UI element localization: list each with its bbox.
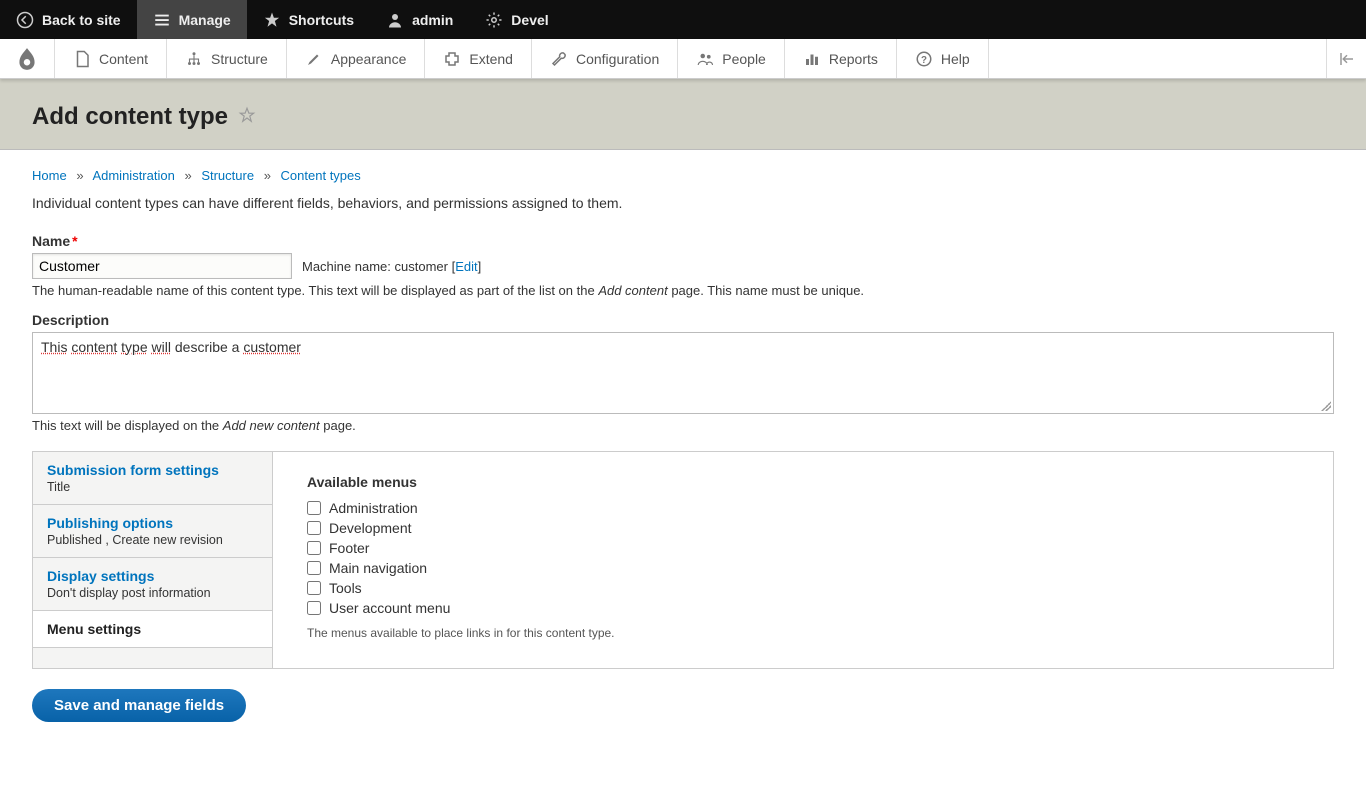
document-icon [73,50,91,68]
menu-checkbox-row: Development [307,518,1305,538]
menu-checkbox-row: Footer [307,538,1305,558]
tab-menu-settings[interactable]: Menu settings [33,611,272,648]
menu-people[interactable]: People [678,39,785,78]
structure-icon [185,50,203,68]
machine-name-text: Machine name: customer [Edit] [302,259,481,274]
people-icon [696,50,714,68]
puzzle-icon [443,50,461,68]
svg-text:?: ? [921,54,927,65]
manage-label: Manage [179,12,231,28]
back-arrow-icon [16,11,34,29]
description-label: Description [32,312,1334,328]
shortcuts-label: Shortcuts [289,12,354,28]
description-help-text: This text will be displayed on the Add n… [32,418,1334,433]
menu-checkbox-row: Main navigation [307,558,1305,578]
shortcut-star-icon[interactable] [238,106,256,129]
chart-icon [803,50,821,68]
tab-publishing-options[interactable]: Publishing options Published , Create ne… [33,505,272,558]
name-input[interactable] [32,253,292,279]
breadcrumb: Home » Administration » Structure » Cont… [32,168,1334,183]
name-label: Name* [32,233,1334,249]
description-field-group: Description This content type will descr… [32,312,1334,433]
menu-reports[interactable]: Reports [785,39,897,78]
menu-extend[interactable]: Extend [425,39,532,78]
menu-checkbox-row: Tools [307,578,1305,598]
devel-label: Devel [511,12,548,28]
help-icon: ? [915,50,933,68]
user-icon [386,11,404,29]
wrench-icon [550,50,568,68]
menu-checkbox-user-account-menu[interactable] [307,601,321,615]
tab-display-settings[interactable]: Display settings Don't display post info… [33,558,272,611]
breadcrumb-administration[interactable]: Administration [92,168,174,183]
drupal-logo[interactable] [0,39,55,78]
gear-icon [485,11,503,29]
breadcrumb-home[interactable]: Home [32,168,67,183]
machine-name-edit-link[interactable]: Edit [455,259,477,274]
admin-menu: Content Structure Appearance Extend Conf… [0,39,1366,79]
manage-toggle[interactable]: Manage [137,0,247,39]
page-title: Add content type [32,103,256,131]
menu-structure[interactable]: Structure [167,39,287,78]
description-textarea[interactable]: This content type will describe a custom… [32,332,1334,414]
vertical-tabs-content: Available menus Administration Developme… [273,452,1333,668]
available-menus-list: Administration Development Footer Main n… [307,498,1305,618]
menu-configuration[interactable]: Configuration [532,39,678,78]
name-field-group: Name* Machine name: customer [Edit] The … [32,233,1334,298]
breadcrumb-content-types[interactable]: Content types [281,168,361,183]
back-to-site-link[interactable]: Back to site [0,0,137,39]
back-to-site-label: Back to site [42,12,121,28]
hamburger-icon [153,11,171,29]
user-label: admin [412,12,453,28]
menu-checkbox-tools[interactable] [307,581,321,595]
devel-link[interactable]: Devel [469,0,564,39]
menu-content[interactable]: Content [55,39,167,78]
menu-appearance[interactable]: Appearance [287,39,426,78]
name-help-text: The human-readable name of this content … [32,283,1334,298]
collapse-toggle[interactable] [1326,39,1366,78]
star-icon [263,11,281,29]
save-and-manage-fields-button[interactable]: Save and manage fields [32,689,246,722]
menu-checkbox-development[interactable] [307,521,321,535]
paintbrush-icon [305,50,323,68]
menu-checkbox-row: Administration [307,498,1305,518]
user-link[interactable]: admin [370,0,469,39]
menu-checkbox-administration[interactable] [307,501,321,515]
vertical-tabs-menu: Submission form settings Title Publishin… [33,452,273,668]
menu-help[interactable]: ? Help [897,39,989,78]
available-menus-heading: Available menus [307,474,1305,490]
breadcrumb-structure[interactable]: Structure [201,168,254,183]
menu-checkbox-row: User account menu [307,598,1305,618]
menu-checkbox-footer[interactable] [307,541,321,555]
tab-submission-settings[interactable]: Submission form settings Title [33,452,272,505]
menu-checkbox-main-navigation[interactable] [307,561,321,575]
top-toolbar: Back to site Manage Shortcuts admin Deve… [0,0,1366,39]
menu-help-text: The menus available to place links in fo… [307,626,1305,640]
vertical-tabs: Submission form settings Title Publishin… [32,451,1334,669]
title-region: Add content type [0,79,1366,150]
intro-text: Individual content types can have differ… [32,195,1334,211]
content-region: Home » Administration » Structure » Cont… [0,150,1366,752]
required-mark: * [72,233,77,249]
shortcuts-link[interactable]: Shortcuts [247,0,370,39]
